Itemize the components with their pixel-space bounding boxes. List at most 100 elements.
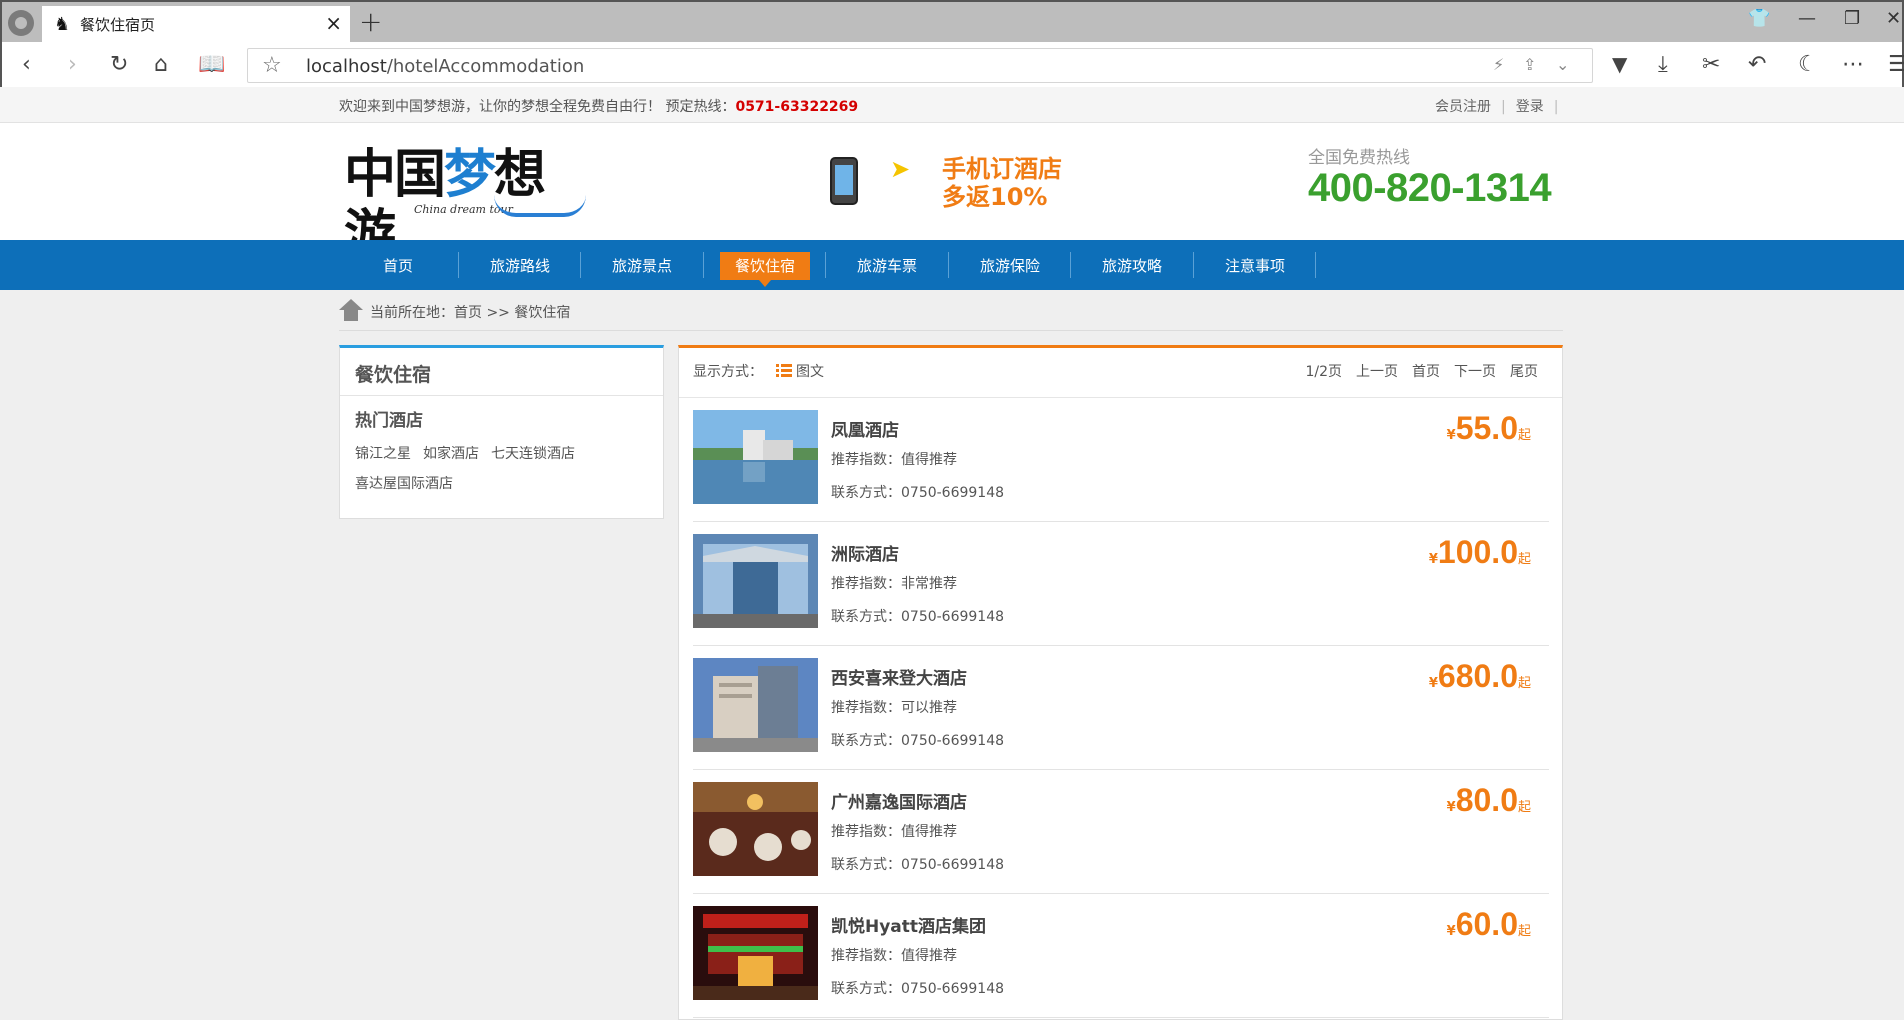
nav-scenic-spots[interactable]: 旅游景点 (597, 252, 687, 280)
hotel-link-jinjiang[interactable]: 锦江之星 (355, 446, 411, 462)
price-suffix: 起 (1517, 676, 1531, 691)
download-icon[interactable]: ⤓ (1658, 52, 1668, 77)
reading-view-icon[interactable]: 📖 (198, 52, 225, 77)
hotel-photo[interactable] (693, 410, 818, 504)
shirt-icon[interactable]: 👕 (1748, 8, 1770, 29)
list-view-icon[interactable] (776, 364, 792, 378)
hotline-label: 全国免费热线 (1308, 148, 1410, 168)
currency-symbol: ¥ (1446, 428, 1456, 443)
url-host: localhost (306, 56, 387, 77)
close-tab-icon[interactable]: × (325, 11, 342, 35)
browser-logo-icon (8, 10, 34, 36)
url-path: /hotelAccommodation (386, 56, 585, 77)
list-item: 广州嘉逸国际酒店 推荐指数：值得推荐 联系方式：0750-6699148 ¥80… (693, 770, 1549, 894)
scissors-icon[interactable]: ✂ (1702, 52, 1720, 77)
sidebar-subtitle: 热门酒店 (355, 411, 423, 431)
list-item: 西安喜来登大酒店 推荐指数：可以推荐 联系方式：0750-6699148 ¥68… (693, 646, 1549, 770)
browser-tab[interactable]: ♞ 餐饮住宿页 × (42, 6, 350, 42)
nav-separator (458, 252, 459, 278)
list-item: 凯悦Hyatt酒店集团 推荐指数：值得推荐 联系方式：0750-6699148 … (693, 894, 1549, 1018)
free-hotline: 全国免费热线 400-820-1314 (1308, 143, 1552, 211)
chevron-down-icon[interactable]: ⌄ (1556, 55, 1569, 74)
hotel-name[interactable]: 西安喜来登大酒店 (831, 664, 967, 689)
wave-decoration-icon (494, 195, 586, 217)
hotel-photo[interactable] (693, 906, 818, 1000)
hotel-recommendation: 推荐指数：可以推荐 (831, 700, 957, 716)
list-item: 凤凰酒店 推荐指数：值得推荐 联系方式：0750-6699148 ¥55.0起 (693, 398, 1549, 522)
register-link[interactable]: 会员注册 (1435, 99, 1491, 115)
close-window-icon[interactable]: ✕ (1886, 8, 1901, 29)
site-logo[interactable]: 中国梦想游 China dream tour (344, 144, 589, 265)
minimize-icon[interactable]: — (1798, 8, 1816, 29)
hotel-link-7days[interactable]: 七天连锁酒店 (491, 446, 575, 462)
currency-symbol: ¥ (1446, 924, 1456, 939)
sidebar-title: 餐饮住宿 (340, 348, 663, 396)
welcome-message: 欢迎来到中国梦想游，让你的梦想全程免费自由行！ 预定热线： (339, 99, 736, 115)
hotel-name[interactable]: 凯悦Hyatt酒店集团 (831, 912, 986, 937)
hotel-name[interactable]: 凤凰酒店 (831, 416, 899, 441)
mobile-promo-banner[interactable]: ➤ 手机订酒店 多返10% (822, 153, 1062, 213)
hotel-photo[interactable] (693, 534, 818, 628)
hotel-price: ¥100.0起 (1429, 534, 1531, 571)
first-page-link[interactable]: 首页 (1412, 364, 1440, 380)
back-icon[interactable]: ‹ (22, 52, 31, 77)
favorite-star-icon[interactable]: ☆ (262, 53, 282, 78)
breadcrumb: 当前所在地：首页 >> 餐饮住宿 (339, 299, 1563, 331)
price-suffix: 起 (1517, 924, 1531, 939)
hotel-recommendation: 推荐指数：值得推荐 (831, 452, 957, 468)
hotel-recommendation: 推荐指数：值得推荐 (831, 948, 957, 964)
hotel-link-rujia[interactable]: 如家酒店 (423, 446, 479, 462)
address-bar[interactable]: ☆ localhost/hotelAccommodation ⚡ ⇪ ⌄ (247, 48, 1593, 83)
nav-separator (1315, 252, 1316, 278)
price-value: 80.0 (1455, 782, 1518, 818)
nav-home[interactable]: 首页 (353, 252, 443, 280)
price-suffix: 起 (1517, 428, 1531, 443)
hot-hotel-links: 锦江之星 如家酒店 七天连锁酒店 喜达屋国际酒店 (340, 431, 663, 499)
hotel-photo[interactable] (693, 782, 818, 876)
hotel-price: ¥60.0起 (1447, 906, 1531, 943)
nav-tickets[interactable]: 旅游车票 (842, 252, 932, 280)
restore-icon[interactable]: ❐ (1844, 8, 1860, 29)
hotel-link-starwood[interactable]: 喜达屋国际酒店 (355, 476, 453, 492)
nav-separator (580, 252, 581, 278)
nav-dining-lodging[interactable]: 餐饮住宿 (720, 252, 810, 287)
logo-part-2: 梦 (444, 144, 496, 205)
phone-icon (830, 157, 858, 205)
undo-icon[interactable]: ↶ (1748, 52, 1766, 77)
last-page-link[interactable]: 尾页 (1510, 364, 1538, 380)
site-header: 中国梦想游 China dream tour ➤ 手机订酒店 多返10% 全国免… (0, 123, 1904, 265)
view-label: 显示方式： (693, 364, 763, 380)
nav-separator (825, 252, 826, 278)
nav-travel-routes[interactable]: 旅游路线 (475, 252, 565, 280)
prev-page-link[interactable]: 上一页 (1356, 364, 1398, 380)
night-mode-icon[interactable]: ☾ (1798, 52, 1818, 77)
nav-insurance[interactable]: 旅游保险 (965, 252, 1055, 280)
hotel-contact: 联系方式：0750-6699148 (831, 981, 1005, 997)
forward-icon[interactable]: › (68, 52, 77, 77)
nav-separator (1070, 252, 1071, 278)
nav-separator (1193, 252, 1194, 278)
price-value: 55.0 (1455, 410, 1518, 446)
top-info-bar: 欢迎来到中国梦想游，让你的梦想全程免费自由行！ 预定热线：0571-633222… (0, 87, 1904, 123)
nav-notes[interactable]: 注意事项 (1210, 252, 1300, 280)
next-page-link[interactable]: 下一页 (1454, 364, 1496, 380)
home-icon[interactable]: ⌂ (154, 52, 168, 77)
view-mode-graphic[interactable]: 图文 (796, 361, 824, 381)
more-icon[interactable]: ⋯ (1842, 52, 1864, 77)
lightning-icon[interactable]: ⚡ (1493, 55, 1504, 74)
nav-guides[interactable]: 旅游攻略 (1087, 252, 1177, 280)
new-tab-icon[interactable]: + (359, 5, 382, 38)
menu-icon[interactable]: ☰ (1888, 52, 1904, 77)
hotel-name[interactable]: 广州嘉逸国际酒店 (831, 788, 967, 813)
reload-icon[interactable]: ↻ (110, 52, 128, 77)
share-icon[interactable]: ⇪ (1523, 55, 1536, 74)
extension-icon[interactable]: ▼ (1612, 52, 1627, 76)
price-suffix: 起 (1517, 552, 1531, 567)
promo-text: 手机订酒店 多返10% (942, 155, 1062, 211)
hotel-photo[interactable] (693, 658, 818, 752)
price-value: 680.0 (1437, 658, 1518, 694)
login-link[interactable]: 登录 (1516, 99, 1544, 115)
hotel-contact: 联系方式：0750-6699148 (831, 485, 1005, 501)
promo-line-1: 手机订酒店 (942, 155, 1062, 183)
hotel-name[interactable]: 洲际酒店 (831, 540, 899, 565)
